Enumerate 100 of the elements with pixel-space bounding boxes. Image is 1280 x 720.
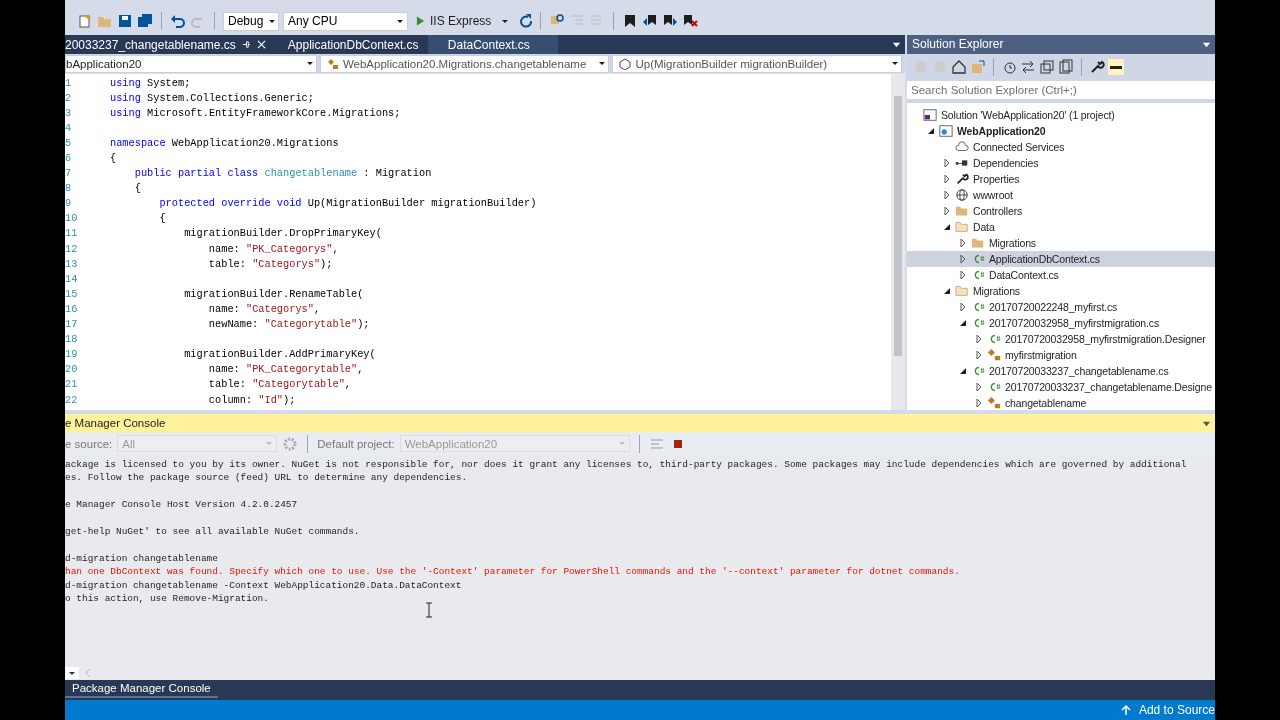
line-number: 13 [65,257,79,270]
code-line: public partial class changetablename : Migration [133,167,432,180]
code-line: table: "Categorytable", [207,378,351,391]
back-icon [913,58,929,75]
expanded-icon[interactable] [943,286,951,295]
console-output: o this action, use Remove-Migration. [65,592,270,606]
folder-icon [955,283,969,298]
code-line: migrationBuilder.AddPrimaryKey( [183,348,376,361]
class-icon [987,395,1001,410]
tree-item[interactable]: wwwroot [907,186,1215,203]
console-output: e Manager Console Host Version 4.2.0.2457 [65,499,299,513]
tree-item[interactable]: 20170720032958_myfirstmigration.cs [907,314,1215,331]
console-output: d-migration changetablename -Context WebApplication20.Data.DataContext [65,579,463,593]
console-output: d-migration changetablename [65,552,219,566]
tree-item[interactable]: Solution 'WebApplication20' (1 project) [907,106,1215,123]
tree-item[interactable]: Controllers [907,202,1215,219]
line-number: 2 [65,91,73,104]
save-all-icon[interactable] [137,13,153,30]
code-line: using System; [110,76,191,89]
tree-item[interactable]: 20170720032958_myfirstmigration.Designer [907,330,1215,347]
line-number: 5 [65,136,73,149]
console-output: get-help NuGet' to see all available NuGet commands. [65,525,361,539]
collapse-all-icon[interactable] [1039,58,1055,75]
panel-title: e Manager Console [65,417,166,429]
show-all-files-icon[interactable] [1058,58,1074,75]
line-number: 10 [65,212,79,225]
search-field[interactable]: Search Solution Explorer (Ctrl+;) [907,80,1215,99]
wrench-icon[interactable] [1089,58,1105,75]
code-line: name: "PK_Categorytable", [207,363,364,376]
tree-item[interactable]: 20170720022248_myfirst.cs [907,298,1215,315]
console-output: ackage is licensed to you by its owner. NuGet is not responsible for, nor does it grant any licenses to, third-party packages. Some packages may include dependencies which are governed by additional [65,459,1188,472]
line-number: 15 [65,287,79,300]
new-item-icon[interactable] [77,13,93,30]
line-number: 7 [65,167,73,180]
line-number: 4 [65,121,73,134]
expanded-icon[interactable] [943,222,951,231]
home-icon[interactable] [951,58,967,75]
line-number: 1 [65,76,73,89]
tree-item[interactable]: Connected Services [907,138,1215,155]
save-icon[interactable] [117,13,133,30]
tree-item[interactable]: Properties [907,170,1215,187]
line-number: 22 [65,393,79,406]
wrench-icon [955,171,969,186]
switch-views-icon[interactable] [970,58,986,75]
collapsed-icon[interactable] [959,302,967,311]
play-icon [416,16,425,27]
error-message: han one DbContext was found. Specify which one to use. Use the '-Context' parameter for PowerShell commands and the '--context' parameter for dotnet commands. [65,566,961,580]
configuration-dropdown[interactable]: Debug [223,11,279,31]
tree-item[interactable]: 20170720033237_changetablename.cs [907,362,1215,379]
package-source-label: e source: [65,437,113,450]
pin-icon[interactable] [241,40,251,49]
line-number: 19 [65,348,79,361]
preview-toggle-icon[interactable] [1108,58,1124,75]
expanded-icon[interactable] [959,366,967,375]
tree-item[interactable]: myfirstmigration [907,346,1215,363]
tree-item[interactable]: Migrations [907,282,1215,299]
code-line: { [133,182,141,195]
dropdown-icon[interactable] [65,666,79,679]
code-line: namespace WebApplication20.Migrations [110,136,339,149]
project-dropdown[interactable]: bApplication20 [65,54,317,73]
code-line: table: "Categorys"); [207,257,333,270]
tree-item[interactable]: ApplicationDbContext.cs [907,250,1215,267]
line-number: 11 [65,227,79,240]
line-number: 21 [65,378,79,391]
class-icon [987,347,1001,362]
text-cursor-icon [425,602,433,618]
tab-list-icon[interactable] [892,40,901,49]
tree-item[interactable]: Dependencies [907,154,1215,171]
expanded-icon[interactable] [927,126,935,135]
tree-item[interactable]: WebApplication20 [907,122,1215,139]
undo-icon[interactable] [170,13,186,30]
code-line: { [158,212,166,225]
code-line: migrationBuilder.DropPrimaryKey( [183,227,382,240]
code-line: newName: "Categorytable"); [207,318,370,331]
solution-icon [923,107,937,122]
tree-item[interactable]: 20170720033237_changetablename.Designe [907,378,1215,395]
line-number: 20 [65,363,79,376]
arrow-up-icon [1120,705,1131,715]
default-project-label: Default project: [317,437,395,450]
editor-tab[interactable]: ApplicationDbContext.cs [275,35,428,54]
tree-item[interactable]: DataContext.cs [907,266,1215,283]
editor-tab[interactable]: DataContext.cs [427,35,558,54]
platform-dropdown[interactable]: Any CPU [283,11,408,31]
tree-item[interactable]: changetablename [907,394,1215,410]
panel-tab[interactable]: Package Manager Console [65,680,218,698]
line-number: 14 [65,272,79,285]
scrollbar[interactable] [891,74,905,410]
close-icon[interactable] [256,40,266,49]
member-dropdown[interactable]: Up(MigrationBuilder migrationBuilder) [612,54,902,73]
status-action[interactable]: Add to Source [1120,703,1215,717]
method-icon [619,57,632,70]
project-icon [939,123,953,138]
expanded-icon[interactable] [959,318,967,327]
sync-icon[interactable] [1020,58,1036,75]
tree-item[interactable]: Migrations [907,234,1215,251]
tree-item[interactable]: Data [907,218,1215,235]
code-line: migrationBuilder.RenameTable( [183,287,364,300]
code-line: name: "PK_Categorys", [207,242,339,255]
type-dropdown[interactable]: WebApplication20.Migrations.changetablename [319,54,610,73]
run-button[interactable]: IIS Express [412,14,513,29]
